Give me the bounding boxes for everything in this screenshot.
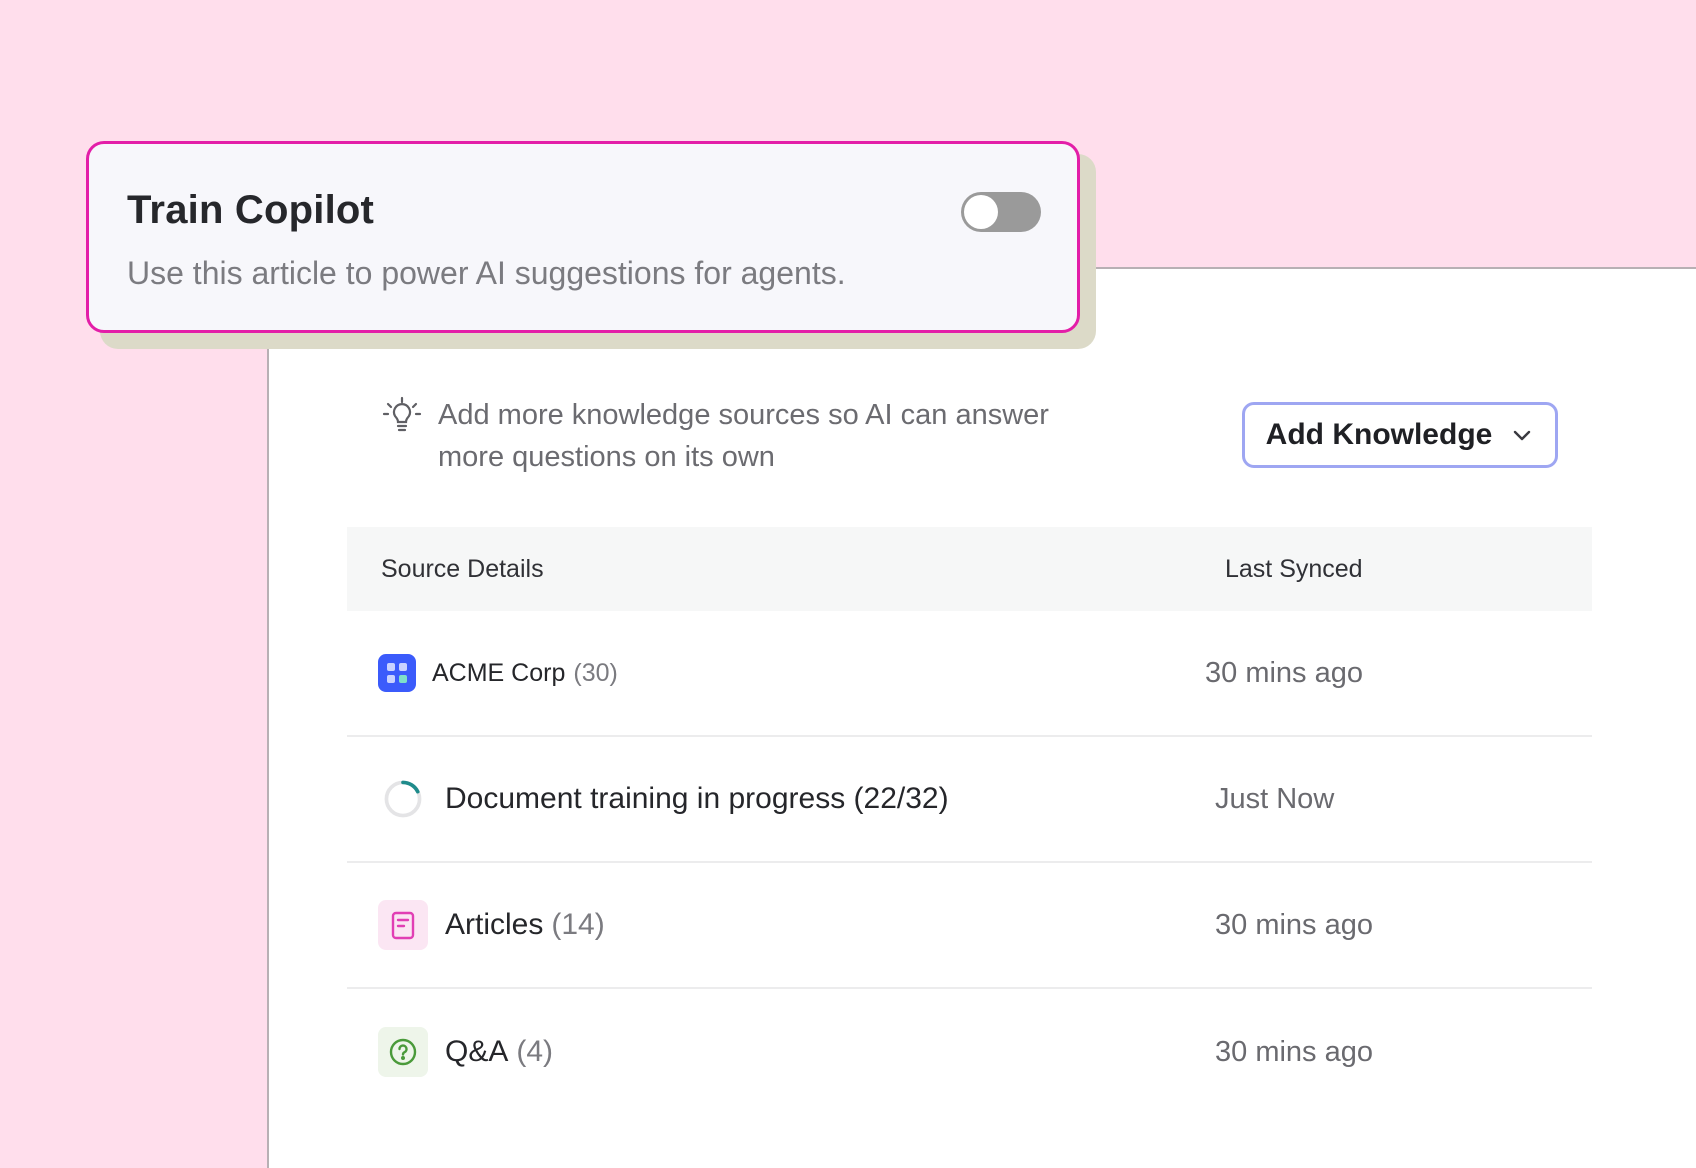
hint-text: Add more knowledge sources so AI can ans…	[438, 394, 1049, 478]
spinner-glyph	[384, 780, 422, 818]
sources-table: Source Details Last Synced ACME Corp (30…	[347, 527, 1592, 1115]
source-count: (4)	[516, 1035, 554, 1068]
card-title: Train Copilot	[127, 188, 375, 232]
document-glyph	[391, 911, 415, 940]
question-glyph	[389, 1038, 417, 1066]
knowledge-hint: Add more knowledge sources so AI can ans…	[380, 394, 1100, 478]
row-source: Document training in progress (22/32)	[347, 774, 1215, 824]
row-source: Articles (14)	[347, 900, 1215, 950]
header-source-details: Source Details	[381, 554, 544, 583]
source-count: (30)	[573, 658, 618, 687]
source-name: Q&A	[445, 1035, 509, 1068]
table-header: Source Details Last Synced	[347, 527, 1592, 611]
last-synced: 30 mins ago	[1215, 908, 1373, 941]
source-name: Articles	[445, 908, 544, 941]
document-icon	[378, 900, 428, 950]
table-row[interactable]: Document training in progress (22/32) Ju…	[347, 737, 1592, 863]
train-copilot-toggle[interactable]	[961, 192, 1041, 232]
toggle-knob	[964, 195, 998, 229]
source-name: ACME Corp	[432, 658, 566, 687]
stage: Train Copilot Use this article to power …	[0, 0, 1696, 1168]
lightbulb-icon	[382, 396, 422, 432]
last-synced: 30 mins ago	[1205, 656, 1363, 689]
card-subtitle: Use this article to power AI suggestions…	[127, 255, 846, 291]
table-row[interactable]: ACME Corp (30) 30 mins ago	[347, 611, 1592, 737]
table-row[interactable]: Q&A (4) 30 mins ago	[347, 989, 1592, 1115]
train-copilot-card: Train Copilot Use this article to power …	[86, 141, 1080, 333]
add-knowledge-button[interactable]: Add Knowledge	[1242, 402, 1558, 468]
hint-line-2: more questions on its own	[438, 441, 775, 473]
row-source: Q&A (4)	[347, 1027, 1215, 1077]
source-count: (14)	[551, 908, 605, 941]
hint-line-1: Add more knowledge sources so AI can ans…	[438, 399, 1049, 431]
source-name: Document training in progress (22/32)	[445, 782, 949, 815]
app-grid-glyph	[387, 663, 407, 683]
app-grid-icon	[378, 654, 416, 692]
last-synced: Just Now	[1215, 782, 1335, 815]
question-icon	[378, 1027, 428, 1077]
table-row[interactable]: Articles (14) 30 mins ago	[347, 863, 1592, 989]
chevron-down-icon	[1514, 430, 1531, 441]
add-knowledge-label: Add Knowledge	[1265, 418, 1493, 451]
last-synced: 30 mins ago	[1215, 1035, 1373, 1068]
progress-spinner-icon	[378, 774, 428, 824]
row-source: ACME Corp (30)	[347, 654, 1215, 692]
header-last-synced: Last Synced	[1225, 554, 1363, 583]
